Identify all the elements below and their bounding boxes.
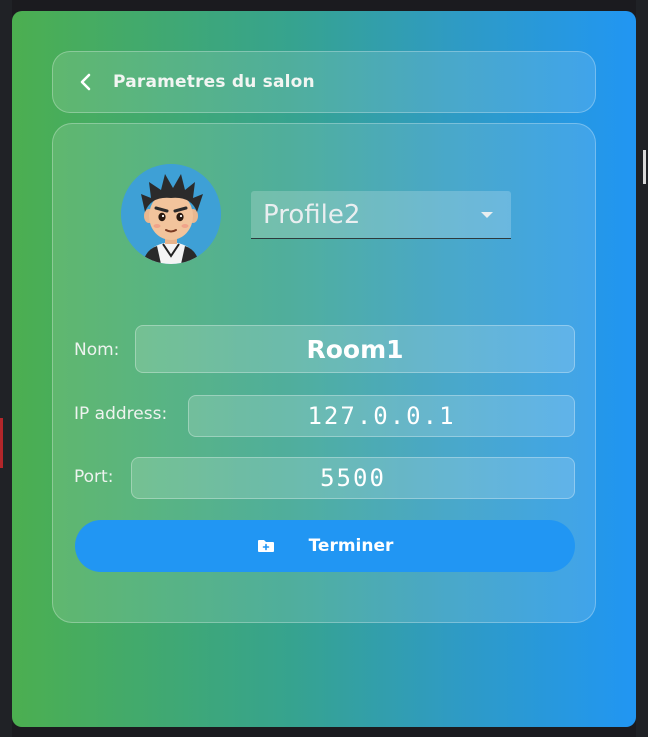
ip-address-input[interactable]: 127.0.0.1 bbox=[188, 395, 575, 437]
profile-select-value: Profile2 bbox=[263, 199, 361, 230]
finish-button-label: Terminer bbox=[308, 536, 394, 556]
profile-select[interactable]: Profile2 bbox=[251, 191, 511, 239]
port-input[interactable]: 5500 bbox=[131, 457, 575, 499]
settings-card: Profile2 Nom: Room1 IP address: 127.0.0.… bbox=[52, 123, 596, 623]
cartoon-boy-avatar-icon bbox=[121, 164, 221, 264]
chevron-left-icon bbox=[80, 73, 91, 91]
page-title: Parametres du salon bbox=[113, 72, 315, 92]
background-scroll-mark bbox=[643, 150, 646, 184]
port-label: Port: bbox=[74, 467, 114, 487]
background-window-accent bbox=[0, 418, 3, 468]
name-label: Nom: bbox=[74, 340, 120, 360]
back-button[interactable] bbox=[71, 67, 101, 97]
background-window-edge-right bbox=[636, 0, 648, 737]
background-window-edge bbox=[0, 0, 12, 737]
folder-plus-icon bbox=[257, 540, 274, 552]
avatar bbox=[121, 164, 221, 264]
finish-button[interactable]: Terminer bbox=[75, 520, 575, 572]
ip-label: IP address: bbox=[74, 404, 168, 424]
caret-down-icon bbox=[481, 212, 493, 218]
name-input[interactable]: Room1 bbox=[135, 325, 575, 373]
room-settings-window: Parametres du salon Profile2 Nom: Room1 … bbox=[12, 11, 636, 727]
header-bar: Parametres du salon bbox=[52, 51, 596, 113]
